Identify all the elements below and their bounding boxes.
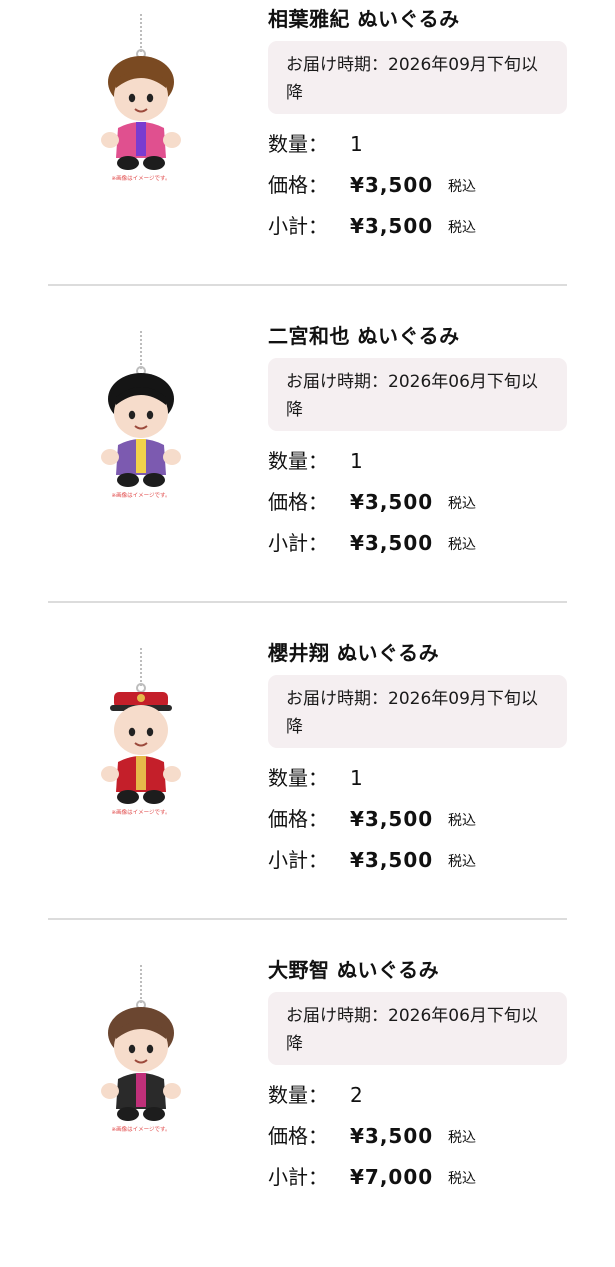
price-value: ¥3,500 <box>350 1124 434 1148</box>
tax-included-label: 税込 <box>448 496 476 512</box>
quantity-label: 数量： <box>268 449 328 473</box>
tax-included-label: 税込 <box>448 813 476 829</box>
price-value: ¥3,500 <box>350 490 434 514</box>
plush-product-image[interactable]: ※画像はイメージです。 <box>96 8 186 184</box>
tax-included-label: 税込 <box>448 220 476 236</box>
quantity-label: 数量： <box>268 766 328 790</box>
svg-text:※画像はイメージです。: ※画像はイメージです。 <box>112 174 171 182</box>
tax-included-label: 税込 <box>448 537 476 553</box>
item-divider <box>48 284 567 286</box>
subtotal-label: 小計： <box>268 531 328 555</box>
subtotal-label: 小計： <box>268 1165 328 1189</box>
price-label: 価格： <box>268 1124 328 1148</box>
subtotal-value: ¥3,500 <box>350 531 434 555</box>
tax-included-label: 税込 <box>448 179 476 195</box>
plush-product-image[interactable]: ※画像はイメージです。 <box>96 325 186 501</box>
product-name[interactable]: 相葉雅紀 ぬいぐるみ <box>268 3 460 32</box>
price-label: 価格： <box>268 173 328 197</box>
plush-product-image[interactable]: ※画像はイメージです。 <box>96 642 186 818</box>
price-value: ¥3,500 <box>350 173 434 197</box>
subtotal-value: ¥3,500 <box>350 848 434 872</box>
plush-product-image[interactable]: ※画像はイメージです。 <box>96 959 186 1135</box>
cart-item-list: ※画像はイメージです。 相葉雅紀 ぬいぐるみ お届け時期：2026年09月下旬以… <box>0 0 615 1200</box>
cart-item: ※画像はイメージです。 櫻井翔 ぬいぐるみ お届け時期：2026年09月下旬以降… <box>0 634 615 950</box>
quantity-value: 1 <box>350 766 363 790</box>
quantity-value: 2 <box>350 1083 363 1107</box>
tax-included-label: 税込 <box>448 1171 476 1187</box>
delivery-notice: お届け時期：2026年09月下旬以降 <box>268 41 567 114</box>
price-label: 価格： <box>268 490 328 514</box>
delivery-notice: お届け時期：2026年09月下旬以降 <box>268 675 567 748</box>
item-divider <box>48 601 567 603</box>
cart-item: ※画像はイメージです。 大野智 ぬいぐるみ お届け時期：2026年06月下旬以降… <box>0 951 615 1267</box>
product-name[interactable]: 櫻井翔 ぬいぐるみ <box>268 637 439 666</box>
svg-text:※画像はイメージです。: ※画像はイメージです。 <box>112 491 171 499</box>
price-value: ¥3,500 <box>350 807 434 831</box>
tax-included-label: 税込 <box>448 1130 476 1146</box>
svg-text:※画像はイメージです。: ※画像はイメージです。 <box>112 808 171 816</box>
delivery-notice: お届け時期：2026年06月下旬以降 <box>268 992 567 1065</box>
price-label: 価格： <box>268 807 328 831</box>
tax-included-label: 税込 <box>448 854 476 870</box>
subtotal-label: 小計： <box>268 848 328 872</box>
cart-item: ※画像はイメージです。 二宮和也 ぬいぐるみ お届け時期：2026年06月下旬以… <box>0 317 615 633</box>
delivery-notice: お届け時期：2026年06月下旬以降 <box>268 358 567 431</box>
quantity-value: 1 <box>350 449 363 473</box>
quantity-label: 数量： <box>268 132 328 156</box>
product-name[interactable]: 大野智 ぬいぐるみ <box>268 954 439 983</box>
product-name[interactable]: 二宮和也 ぬいぐるみ <box>268 320 460 349</box>
quantity-label: 数量： <box>268 1083 328 1107</box>
item-divider <box>48 918 567 920</box>
cart-item: ※画像はイメージです。 相葉雅紀 ぬいぐるみ お届け時期：2026年09月下旬以… <box>0 0 615 316</box>
subtotal-value: ¥7,000 <box>350 1165 434 1189</box>
quantity-value: 1 <box>350 132 363 156</box>
subtotal-value: ¥3,500 <box>350 214 434 238</box>
svg-text:※画像はイメージです。: ※画像はイメージです。 <box>112 1125 171 1133</box>
subtotal-label: 小計： <box>268 214 328 238</box>
